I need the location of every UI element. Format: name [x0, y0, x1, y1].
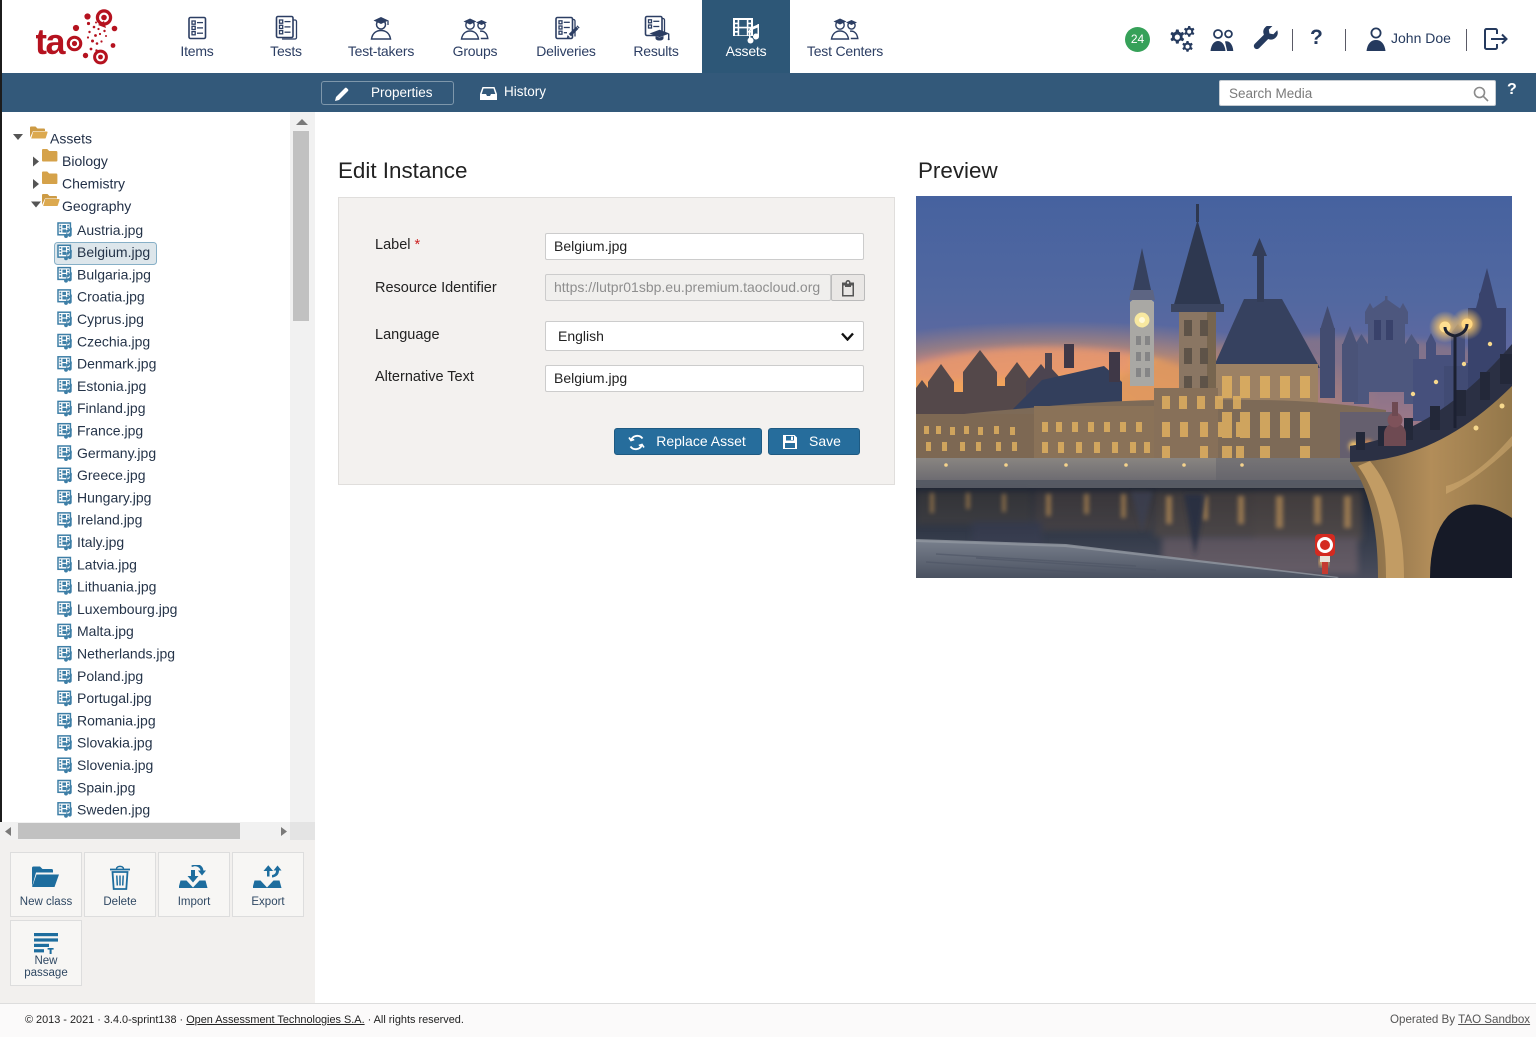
svg-text:Estonia.jpg: Estonia.jpg — [77, 378, 146, 394]
svg-text:Denmark.jpg: Denmark.jpg — [77, 356, 156, 372]
svg-text:Spain.jpg: Spain.jpg — [77, 779, 135, 795]
svg-text:Assets: Assets — [50, 131, 92, 147]
svg-text:Luxembourg.jpg: Luxembourg.jpg — [77, 601, 177, 617]
svg-text:Sweden.jpg: Sweden.jpg — [77, 802, 150, 818]
svg-text:Italy.jpg: Italy.jpg — [77, 534, 124, 550]
svg-text:Slovakia.jpg: Slovakia.jpg — [77, 735, 153, 751]
svg-text:Latvia.jpg: Latvia.jpg — [77, 556, 137, 572]
svg-text:Finland.jpg: Finland.jpg — [77, 400, 146, 416]
svg-text:Greece.jpg: Greece.jpg — [77, 467, 145, 483]
svg-text:Geography: Geography — [62, 198, 131, 214]
svg-text:Romania.jpg: Romania.jpg — [77, 712, 156, 728]
svg-text:Germany.jpg: Germany.jpg — [77, 445, 156, 461]
svg-text:Portugal.jpg: Portugal.jpg — [77, 690, 152, 706]
svg-text:Croatia.jpg: Croatia.jpg — [77, 289, 145, 305]
svg-text:Belgium.jpg: Belgium.jpg — [77, 244, 150, 260]
svg-text:Poland.jpg: Poland.jpg — [77, 668, 143, 684]
svg-text:Cyprus.jpg: Cyprus.jpg — [77, 311, 144, 327]
svg-text:France.jpg: France.jpg — [77, 423, 143, 439]
svg-text:Netherlands.jpg: Netherlands.jpg — [77, 646, 175, 662]
svg-text:Bulgaria.jpg: Bulgaria.jpg — [77, 266, 151, 282]
svg-text:Lithuania.jpg: Lithuania.jpg — [77, 579, 156, 595]
svg-text:ta: ta — [36, 21, 66, 62]
svg-text:Ireland.jpg: Ireland.jpg — [77, 512, 142, 528]
svg-text:Slovenia.jpg: Slovenia.jpg — [77, 757, 153, 773]
svg-text:Czechia.jpg: Czechia.jpg — [77, 333, 150, 349]
svg-text:Chemistry: Chemistry — [62, 176, 125, 192]
svg-text:Malta.jpg: Malta.jpg — [77, 623, 134, 639]
svg-text:Austria.jpg: Austria.jpg — [77, 222, 143, 238]
svg-text:Hungary.jpg: Hungary.jpg — [77, 489, 151, 505]
svg-text:Biology: Biology — [62, 153, 108, 169]
